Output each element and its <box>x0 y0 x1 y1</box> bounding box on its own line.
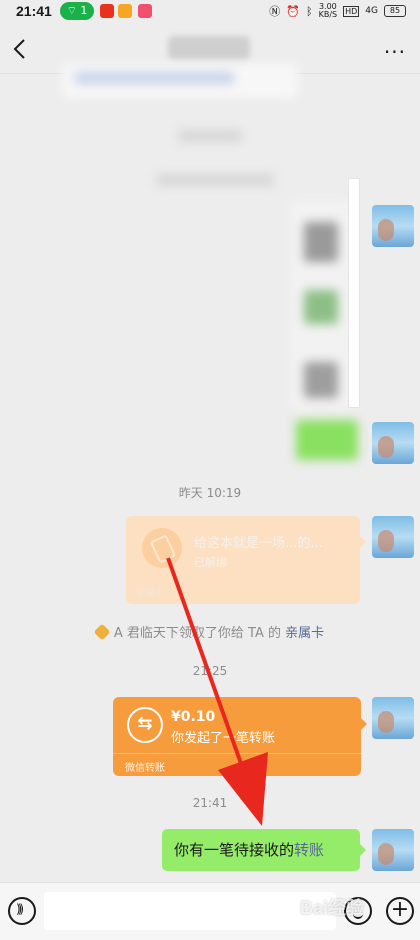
hd-badge: HD <box>343 5 360 17</box>
transfer-description: 你发起了一笔转账 <box>171 731 276 746</box>
bubble-tail <box>360 536 366 548</box>
family-card-status: 已解绑 <box>194 556 227 569</box>
alarm-icon: ⏰ <box>286 4 300 18</box>
blurred-green-message <box>296 420 358 460</box>
transfer-footer: 微信转账 <box>113 753 361 776</box>
blurred-image-thumb-1 <box>304 222 338 262</box>
chat-title-blurred <box>168 36 250 60</box>
text-message[interactable]: 你有一笔待接收的转账 <box>162 829 360 871</box>
transfer-footer-label: 微信转账 <box>125 763 165 774</box>
family-card-title: 给这本就是一场...的... <box>194 536 323 551</box>
watermark: Bai经验 <box>300 898 365 918</box>
blurred-image-thumb-2 <box>304 290 338 324</box>
status-indicators: Ⓝ ⏰ ᛒ 3.00 KB/S HD 4G 85 <box>269 3 406 19</box>
blurred-timestamp-2 <box>156 174 274 186</box>
blurred-link-text <box>74 72 234 84</box>
family-card-link[interactable]: 亲属卡 <box>285 626 324 641</box>
more-dots-icon[interactable]: ··· <box>384 40 406 64</box>
avatar[interactable] <box>372 829 414 871</box>
avatar[interactable] <box>372 205 414 247</box>
transfer-message[interactable]: ⇆ ¥0.10 你发起了一笔转账 微信转账 <box>113 697 361 776</box>
transfer-link[interactable]: 转账 <box>294 841 324 859</box>
bluetooth-icon: ᛒ <box>305 4 313 18</box>
chevron-left-icon[interactable] <box>10 36 30 62</box>
system-notice: A 君临天下领取了你给 TA 的 亲属卡 <box>0 622 420 641</box>
avatar[interactable] <box>372 516 414 558</box>
transfer-amount: ¥0.10 <box>171 709 216 725</box>
card-icon <box>142 528 182 568</box>
family-card-icon <box>93 623 111 641</box>
voice-icon[interactable] <box>8 897 36 925</box>
network-speed: 3.00 KB/S <box>318 2 338 19</box>
heart-app-icon <box>118 4 132 18</box>
blurred-timestamp-1 <box>178 130 242 142</box>
blurred-image-thumb-3 <box>304 362 338 398</box>
status-time: 21:41 <box>16 3 52 19</box>
timestamp-2141: 21:41 <box>192 796 228 810</box>
family-card-message[interactable]: 给这本就是一场...的... 已解绑 亲属卡 <box>126 516 360 604</box>
message-text: 你有一笔待接收的 <box>174 841 295 859</box>
pink-app-icon <box>138 4 152 18</box>
bubble-tail <box>360 844 366 856</box>
wifi-hotspot-badge: ⌔ 1 <box>60 2 94 20</box>
family-card-footer: 亲属卡 <box>136 589 164 599</box>
timestamp-2125: 21:25 <box>192 664 228 678</box>
avatar[interactable] <box>372 422 414 464</box>
message-input[interactable] <box>44 892 336 930</box>
battery-icon: 85 <box>384 5 406 17</box>
taobao-app-icon <box>100 4 114 18</box>
transfer-arrows-icon: ⇆ <box>127 707 163 743</box>
avatar[interactable] <box>372 697 414 739</box>
signal-icon: 4G <box>365 6 378 16</box>
plus-icon[interactable]: + <box>386 897 414 925</box>
bubble-tail <box>361 718 367 730</box>
system-notice-text: A 君临天下领取了你给 TA 的 <box>113 626 286 641</box>
timestamp-yesterday: 昨天 10:19 <box>178 486 242 500</box>
nfc-icon: Ⓝ <box>269 5 281 18</box>
image-strip <box>348 178 360 408</box>
status-bar: 21:41 ⌔ 1 Ⓝ ⏰ ᛒ 3.00 KB/S HD 4G 85 <box>0 0 420 24</box>
